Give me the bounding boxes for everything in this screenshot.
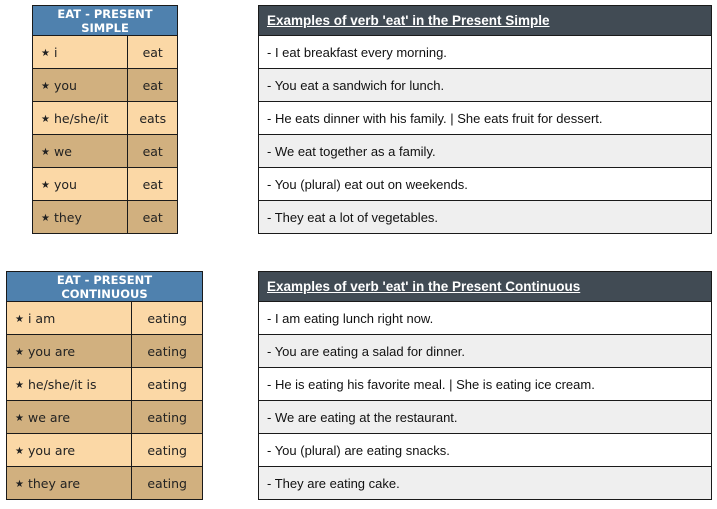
table-row: ★ they eat <box>31 200 178 234</box>
verb-form: eating <box>131 301 203 335</box>
table-row: - We eat together as a family. <box>258 134 712 168</box>
star-icon: ★ <box>15 313 24 325</box>
present-simple-examples-table: Examples of verb 'eat' in the Present Si… <box>258 5 712 234</box>
pronoun: we <box>53 143 72 159</box>
star-icon: ★ <box>15 445 24 457</box>
verb-form: eat <box>127 134 178 168</box>
example-sentence: - He is eating his favorite meal. | She … <box>258 367 712 401</box>
star-icon: ★ <box>15 412 24 424</box>
table-row: - He eats dinner with his family. | She … <box>258 101 712 135</box>
present-continuous-conjugation-table: EAT - PRESENT CONTINUOUS ★ i am eating ★ y… <box>5 271 203 500</box>
verb-form: eating <box>131 466 203 500</box>
table-row: - You eat a sandwich for lunch. <box>258 68 712 102</box>
table-row: ★ you are eating <box>5 334 203 368</box>
table-row: ★ i eat <box>31 35 178 69</box>
star-icon: ★ <box>41 146 50 158</box>
verb-form: eat <box>127 35 178 69</box>
table-row: ★ he/she/it eats <box>31 101 178 135</box>
pronoun: he/she/it <box>53 110 109 126</box>
verb-form: eat <box>127 167 178 201</box>
pronoun: you are <box>27 343 76 359</box>
table-row: ★ he/she/it is eating <box>5 367 203 401</box>
pronoun: we are <box>27 409 71 425</box>
example-sentence: - We are eating at the restaurant. <box>258 400 712 434</box>
example-sentence: - I eat breakfast every morning. <box>258 35 712 69</box>
table-row: ★ they are eating <box>5 466 203 500</box>
verb-form: eat <box>127 68 178 102</box>
table-title: EAT - PRESENT CONTINUOUS <box>6 271 203 302</box>
verb-form: eat <box>127 200 178 234</box>
verb-form: eating <box>131 400 203 434</box>
table-row: - You are eating a salad for dinner. <box>258 334 712 368</box>
table-row: ★ you eat <box>31 167 178 201</box>
table-row: - You (plural) eat out on weekends. <box>258 167 712 201</box>
example-sentence: - He eats dinner with his family. | She … <box>258 101 712 135</box>
table-row: - You (plural) are eating snacks. <box>258 433 712 467</box>
table-row: - We are eating at the restaurant. <box>258 400 712 434</box>
verb-form: eating <box>131 433 203 467</box>
star-icon: ★ <box>15 379 24 391</box>
table-row: ★ you are eating <box>5 433 203 467</box>
star-icon: ★ <box>41 113 50 125</box>
pronoun: they are <box>27 475 81 491</box>
star-icon: ★ <box>41 179 50 191</box>
example-sentence: - You (plural) are eating snacks. <box>258 433 712 467</box>
verb-form: eating <box>131 367 203 401</box>
table-row: ★ you eat <box>31 68 178 102</box>
star-icon: ★ <box>41 212 50 224</box>
pronoun: i <box>53 44 58 60</box>
present-continuous-examples-table: Examples of verb 'eat' in the Present Co… <box>258 271 712 500</box>
pronoun: they <box>53 209 82 225</box>
table-row: - He is eating his favorite meal. | She … <box>258 367 712 401</box>
example-sentence: - I am eating lunch right now. <box>258 301 712 335</box>
table-title: Examples of verb 'eat' in the Present Si… <box>258 5 712 36</box>
pronoun: i am <box>27 310 56 326</box>
example-sentence: - You (plural) eat out on weekends. <box>258 167 712 201</box>
example-sentence: - We eat together as a family. <box>258 134 712 168</box>
example-sentence: - They are eating cake. <box>258 466 712 500</box>
example-sentence: - You are eating a salad for dinner. <box>258 334 712 368</box>
table-row: - They eat a lot of vegetables. <box>258 200 712 234</box>
example-sentence: - They eat a lot of vegetables. <box>258 200 712 234</box>
example-sentence: - You eat a sandwich for lunch. <box>258 68 712 102</box>
pronoun: you are <box>27 442 76 458</box>
star-icon: ★ <box>41 47 50 59</box>
table-row: - They are eating cake. <box>258 466 712 500</box>
table-row: - I am eating lunch right now. <box>258 301 712 335</box>
pronoun: you <box>53 176 77 192</box>
table-title: Examples of verb 'eat' in the Present Co… <box>258 271 712 302</box>
star-icon: ★ <box>41 80 50 92</box>
pronoun: you <box>53 77 77 93</box>
table-row: ★ we are eating <box>5 400 203 434</box>
table-row: ★ i am eating <box>5 301 203 335</box>
present-simple-conjugation-table: EAT - PRESENT SIMPLE ★ i eat ★ you eat ★ he… <box>31 5 178 234</box>
table-title: EAT - PRESENT SIMPLE <box>32 5 178 36</box>
verb-form: eats <box>127 101 178 135</box>
pronoun: he/she/it is <box>27 376 97 392</box>
verb-form: eating <box>131 334 203 368</box>
star-icon: ★ <box>15 346 24 358</box>
table-row: ★ we eat <box>31 134 178 168</box>
star-icon: ★ <box>15 478 24 490</box>
table-row: - I eat breakfast every morning. <box>258 35 712 69</box>
